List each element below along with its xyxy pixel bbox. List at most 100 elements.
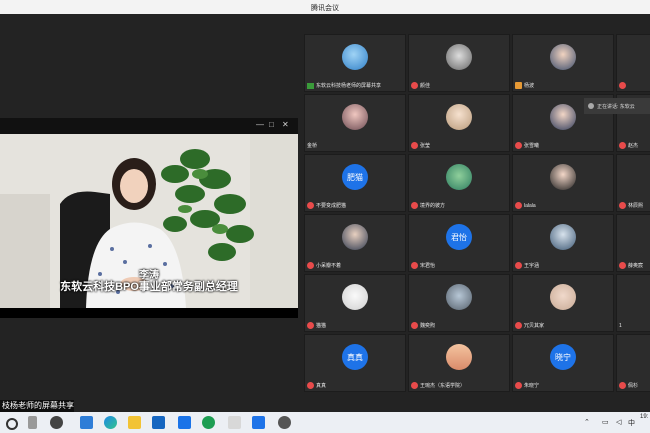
participant-name: 林辰熙 (628, 203, 644, 209)
screen-share-label: 枝杨老师的屏幕共享 (0, 400, 74, 412)
tencent-meeting-icon[interactable] (252, 416, 265, 429)
participant-tile[interactable]: 肥猫 不要变成肥猫 (304, 154, 406, 212)
mic-muted-icon (619, 382, 626, 389)
mic-muted-icon (307, 262, 314, 269)
participant-tile[interactable]: 颜佳 (408, 34, 510, 92)
avatar (550, 104, 576, 131)
ie-icon[interactable] (152, 416, 165, 429)
participant-tile-partial[interactable] (616, 34, 650, 92)
participant-tile[interactable]: 王琬杰（东语学院） (408, 334, 510, 392)
edge-icon[interactable] (104, 416, 117, 429)
speaker-video: 李涛 东软云科技BPO事业部常务副总经理 (0, 134, 298, 308)
video-window-titlebar: — □ ✕ (0, 118, 298, 134)
minimize-icon[interactable]: — (256, 120, 264, 129)
participant-tile[interactable]: 境界的彼方 (408, 154, 510, 212)
participant-name: 东软云科技杨老师的屏幕共享 (316, 83, 382, 89)
camera-app-icon[interactable] (278, 416, 291, 429)
participant-name: 冗贝其家 (524, 323, 545, 329)
wechat-icon[interactable] (202, 416, 215, 429)
mic-muted-icon (619, 142, 626, 149)
participant-name: 张莹 (420, 143, 431, 149)
mic-muted-icon (411, 142, 418, 149)
participant-name: 朱晓宁 (524, 383, 540, 389)
mic-muted-icon (411, 82, 418, 89)
participant-tile-partial[interactable]: 薛奥宸 (616, 214, 650, 272)
avatar (446, 344, 472, 371)
mic-muted-icon (411, 382, 418, 389)
file-explorer-icon[interactable] (128, 416, 141, 429)
close-icon[interactable]: ✕ (282, 120, 289, 129)
participant-name: 小呆瓣不着 (316, 263, 342, 269)
participant-name: lalala (524, 202, 536, 209)
participant-name: 猫猫 (316, 323, 327, 329)
network-icon[interactable]: ▭ (602, 418, 609, 426)
participant-name: 赵杰 (628, 143, 639, 149)
task-view-icon[interactable] (28, 416, 37, 429)
avatar: 真真 (342, 344, 368, 371)
participant-name: 颜佳 (420, 83, 431, 89)
avatar (550, 224, 576, 251)
participant-tile[interactable]: 晓宁 朱晓宁 (512, 334, 614, 392)
ime-indicator[interactable]: 中 (628, 418, 635, 428)
avatar (446, 284, 472, 311)
participant-name: 1 (619, 323, 622, 329)
participant-name: 真真 (316, 383, 327, 389)
mic-muted-icon (515, 262, 522, 269)
windows-taskbar: ⌃ ▭ ◁ 中 19: (0, 412, 650, 433)
mic-muted-icon (411, 322, 418, 329)
participant-grid: 东软云科技杨老师的屏幕共享 颜佳 杨波 金桥 张莹 张雪曦 赵杰 肥猫 不要变成… (302, 32, 650, 412)
participant-tile-partial[interactable]: 林辰熙 (616, 154, 650, 212)
participant-tile[interactable]: 冗贝其家 (512, 274, 614, 332)
maximize-icon[interactable]: □ (269, 120, 274, 129)
participant-tile[interactable]: 小呆瓣不着 (304, 214, 406, 272)
participant-tile[interactable]: 东软云科技杨老师的屏幕共享 (304, 34, 406, 92)
search-icon[interactable] (6, 418, 18, 430)
participant-name: 杨波 (524, 83, 535, 89)
mic-muted-icon (619, 202, 626, 209)
participant-tile-partial[interactable]: 佩杉 (616, 334, 650, 392)
volume-icon[interactable]: ◁ (616, 418, 621, 426)
mic-muted-icon (515, 322, 522, 329)
meeting-stage: — □ ✕ 李涛 东软云科技BPO事业部常务副总经理 枝杨老师的屏幕共享 东软云… (0, 14, 650, 412)
avatar (342, 104, 368, 131)
avatar (550, 44, 576, 71)
participant-name: 佩杉 (628, 383, 639, 389)
avatar (446, 44, 472, 71)
participant-name: 王琬杰（东语学院） (420, 383, 466, 389)
tray-chevron-icon[interactable]: ⌃ (584, 418, 590, 426)
shared-video-window: — □ ✕ 李涛 东软云科技BPO事业部常务副总经理 (0, 118, 298, 318)
participant-name: 张雪曦 (524, 143, 540, 149)
participant-tile[interactable]: lalala (512, 154, 614, 212)
participant-tile[interactable]: 魏奕煦 (408, 274, 510, 332)
participant-tile[interactable]: 杨波 (512, 34, 614, 92)
title-bar: 腾讯会议 (0, 0, 650, 14)
mic-muted-icon (307, 322, 314, 329)
avatar (446, 104, 472, 131)
active-speaker-text: 正在讲话: 东软云 (597, 103, 635, 110)
mic-muted-icon (411, 202, 418, 209)
participant-name: 金桥 (307, 143, 318, 149)
participant-name: 魏奕煦 (420, 323, 436, 329)
fan-app-icon[interactable] (50, 416, 63, 429)
participant-tile[interactable]: 猫猫 (304, 274, 406, 332)
avatar: 君怡 (446, 224, 472, 251)
avatar (550, 164, 576, 191)
participant-tile[interactable]: 张莹 (408, 94, 510, 152)
speaker-title-caption: 东软云科技BPO事业部常务副总经理 (60, 281, 238, 293)
participant-tile[interactable]: 君怡 宋君怡 (408, 214, 510, 272)
avatar (446, 164, 472, 191)
windows-store-icon[interactable] (80, 416, 93, 429)
participant-tile[interactable]: 王宇涵 (512, 214, 614, 272)
paint-icon[interactable] (228, 416, 241, 429)
mic-muted-icon (515, 142, 522, 149)
participant-tile[interactable]: 真真 真真 (304, 334, 406, 392)
screen-share-area: — □ ✕ 李涛 东软云科技BPO事业部常务副总经理 枝杨老师的屏幕共享 (0, 14, 298, 412)
participant-tile[interactable]: 金桥 (304, 94, 406, 152)
participant-tile-partial[interactable]: 1 (616, 274, 650, 332)
avatar (342, 44, 368, 71)
clock[interactable]: 19: (640, 414, 648, 420)
avatar: 晓宁 (550, 344, 576, 371)
mail-icon[interactable] (178, 416, 191, 429)
mic-muted-icon (411, 262, 418, 269)
mic-muted-icon (619, 262, 626, 269)
